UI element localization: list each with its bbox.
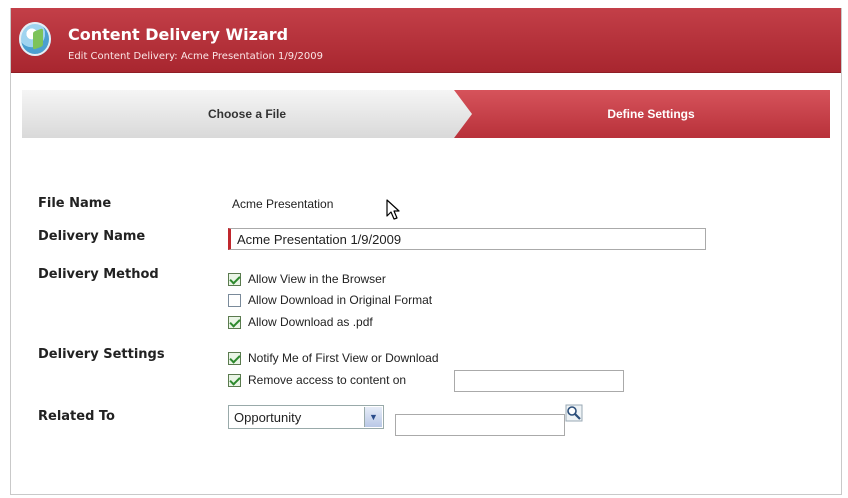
file-name-value: Acme Presentation bbox=[232, 197, 334, 211]
allow-download-original-checkbox[interactable] bbox=[228, 293, 241, 307]
remove-access-option[interactable]: Remove access to content on bbox=[228, 373, 406, 387]
related-to-label: Related To bbox=[38, 409, 115, 424]
allow-download-pdf-label: Allow Download as .pdf bbox=[248, 315, 373, 329]
content-delivery-logo-icon bbox=[19, 22, 51, 56]
related-to-lookup-input[interactable] bbox=[395, 414, 565, 436]
delivery-name-input[interactable] bbox=[228, 228, 706, 250]
allow-download-pdf-option[interactable]: Allow Download as .pdf bbox=[228, 315, 373, 329]
allow-download-pdf-checkbox[interactable] bbox=[228, 315, 241, 329]
wizard-steps: Choose a File Define Settings bbox=[22, 90, 830, 138]
remove-access-checkbox[interactable] bbox=[228, 373, 241, 387]
related-to-select[interactable]: Opportunity ▼ bbox=[228, 405, 384, 429]
notify-first-view-option[interactable]: Notify Me of First View or Download bbox=[228, 351, 439, 365]
delivery-settings-label: Delivery Settings bbox=[38, 347, 165, 362]
related-to-selected-value: Opportunity bbox=[234, 410, 302, 425]
wizard-subtitle: Edit Content Delivery: Acme Presentation… bbox=[68, 51, 323, 62]
allow-download-original-option[interactable]: Allow Download in Original Format bbox=[228, 293, 432, 307]
notify-first-view-checkbox[interactable] bbox=[228, 351, 241, 365]
chevron-down-icon[interactable]: ▼ bbox=[364, 407, 382, 427]
step-define-settings-label: Define Settings bbox=[607, 107, 695, 121]
remove-access-date-input[interactable] bbox=[454, 370, 624, 392]
notify-first-view-label: Notify Me of First View or Download bbox=[248, 351, 439, 365]
remove-access-label: Remove access to content on bbox=[248, 373, 407, 387]
wizard-header: Content Delivery Wizard Edit Content Del… bbox=[11, 8, 841, 73]
delivery-method-label: Delivery Method bbox=[38, 267, 159, 282]
allow-view-browser-checkbox[interactable] bbox=[228, 272, 241, 286]
wizard-title: Content Delivery Wizard bbox=[68, 25, 289, 44]
mouse-pointer-icon bbox=[386, 199, 400, 220]
delivery-name-label: Delivery Name bbox=[38, 229, 146, 244]
file-name-label: File Name bbox=[38, 196, 112, 211]
lookup-magnifier-icon[interactable] bbox=[565, 404, 583, 422]
allow-view-browser-label: Allow View in the Browser bbox=[248, 272, 386, 286]
step-choose-file-label: Choose a File bbox=[207, 107, 287, 121]
allow-view-browser-option[interactable]: Allow View in the Browser bbox=[228, 272, 386, 286]
allow-download-original-label: Allow Download in Original Format bbox=[248, 293, 433, 307]
